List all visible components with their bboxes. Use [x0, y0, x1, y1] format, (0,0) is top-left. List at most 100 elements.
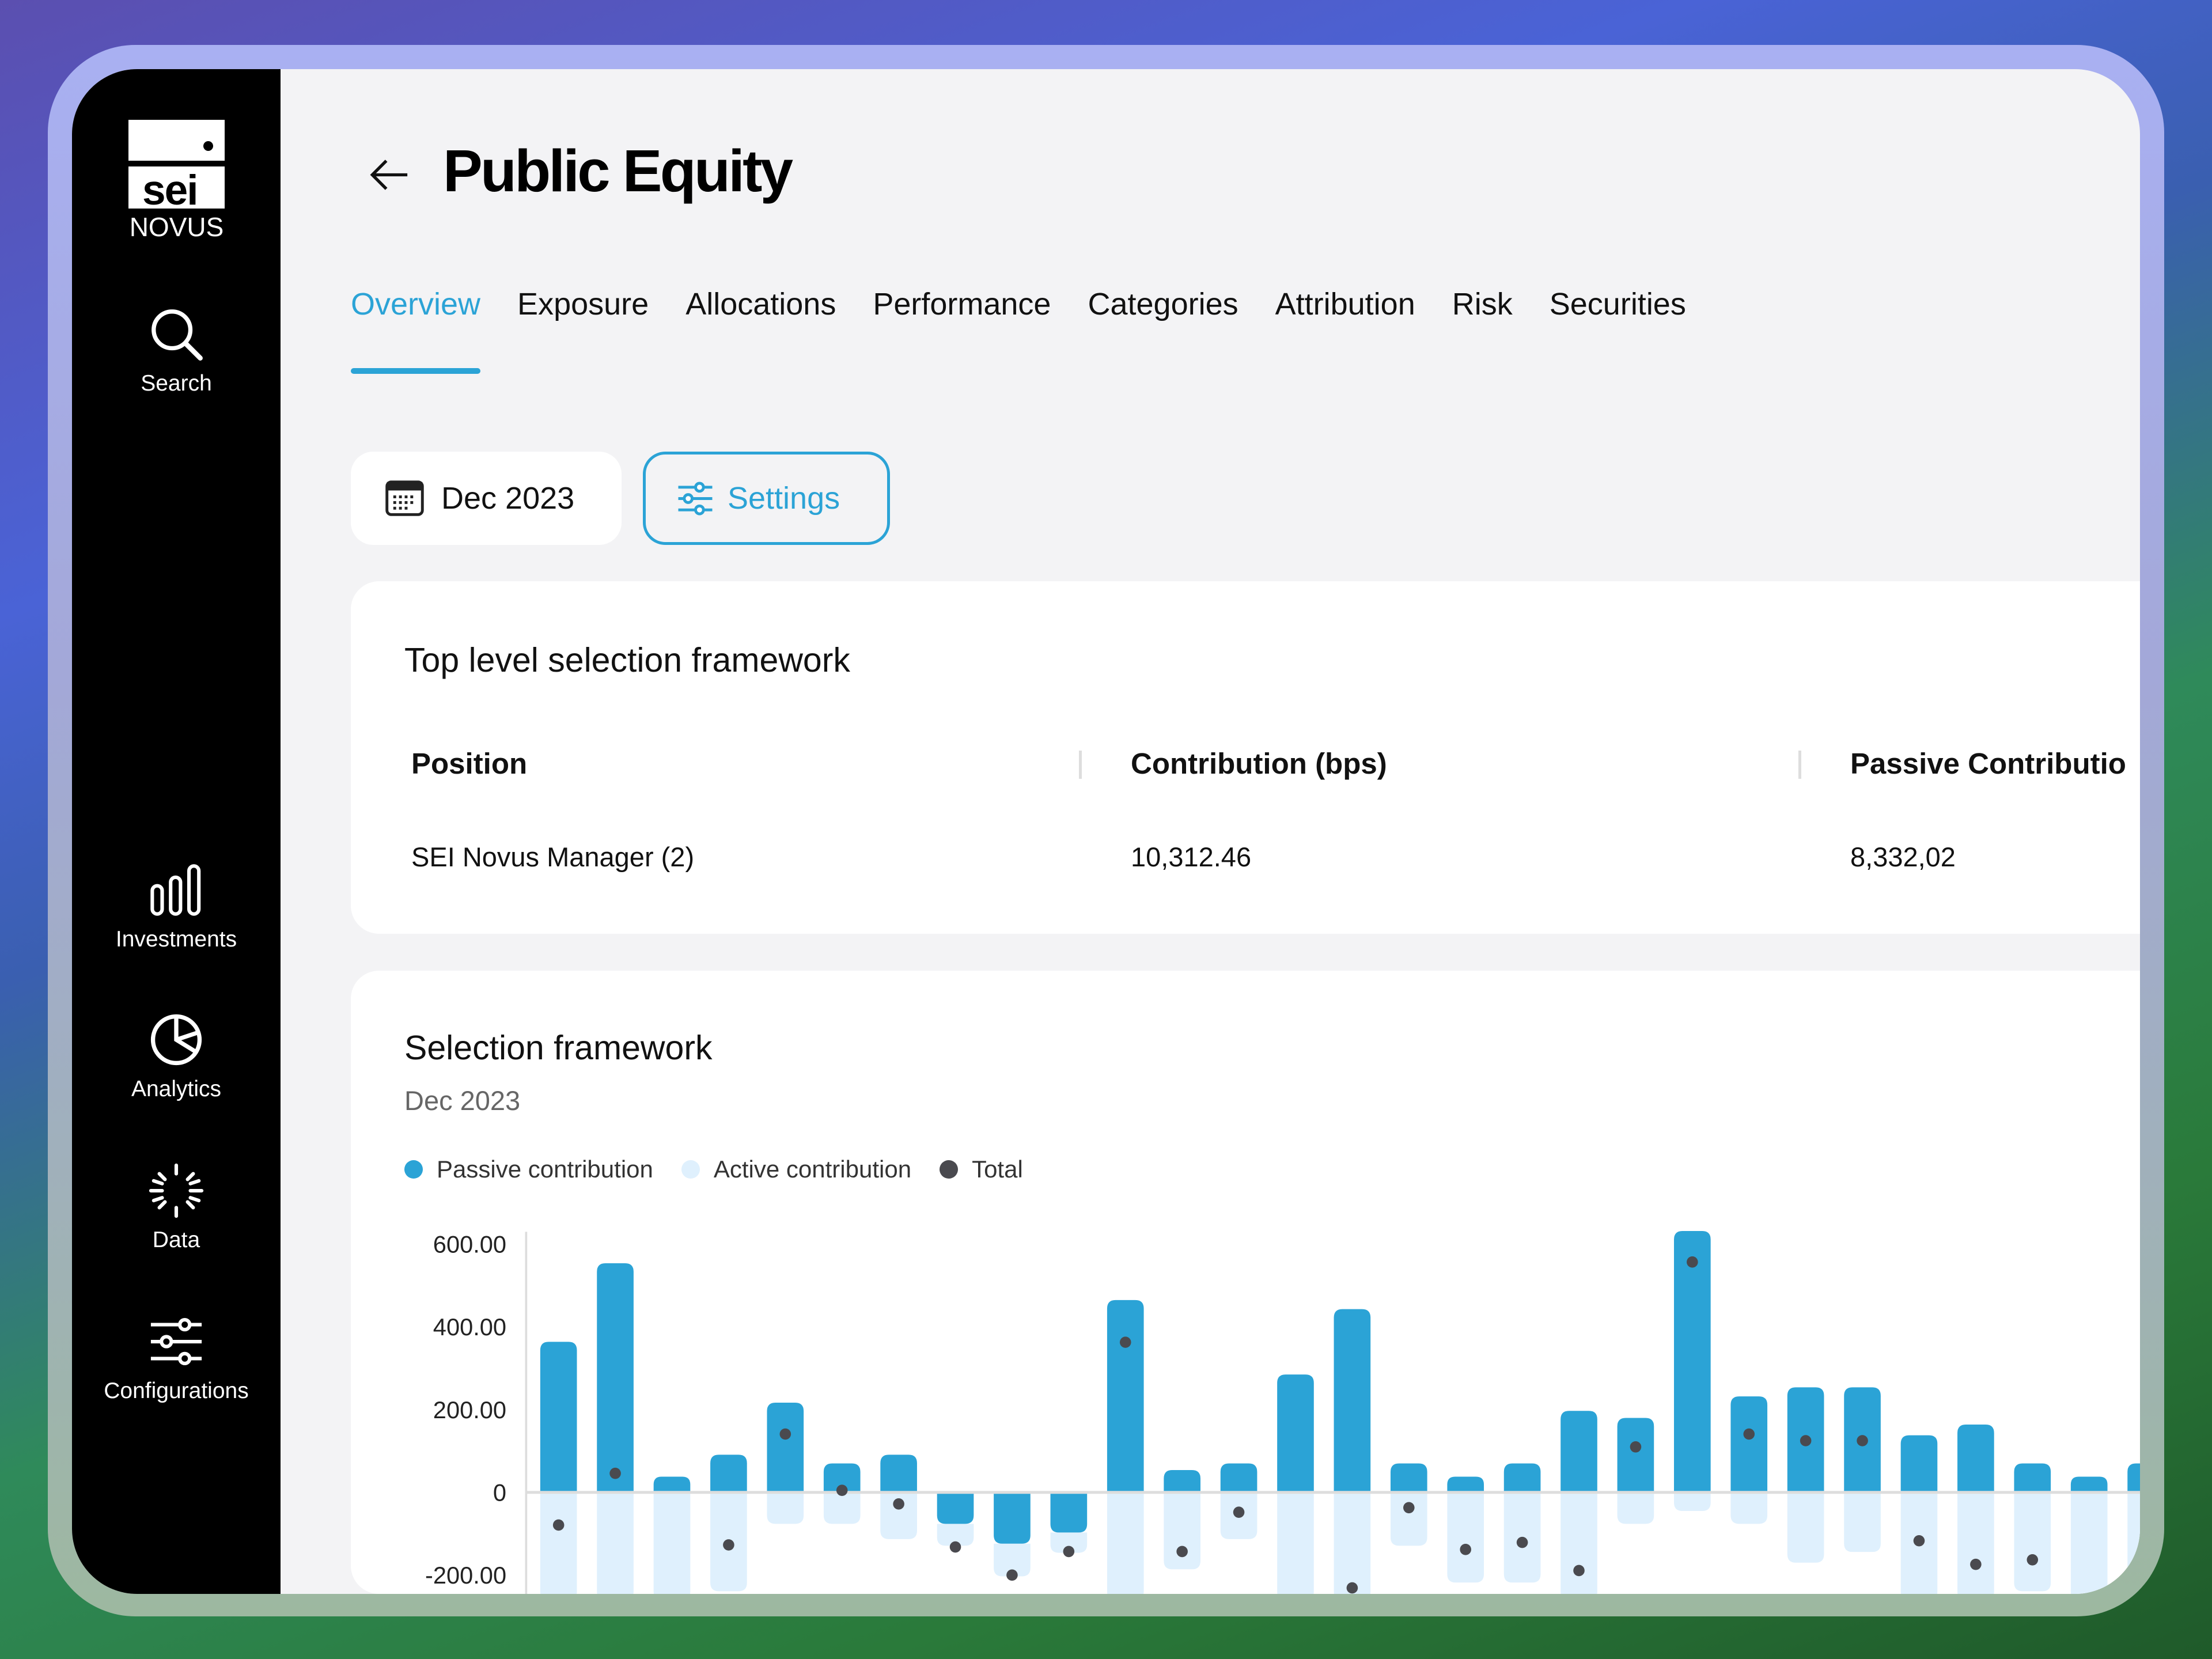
passive-bar: [1277, 1374, 1314, 1493]
column-header-contribution[interactable]: Contribution (bps): [1131, 747, 1387, 781]
tab-risk[interactable]: Risk: [1452, 286, 1513, 374]
active-bar: [1107, 1492, 1144, 1594]
loader-icon: [149, 1163, 204, 1218]
total-dot: [1460, 1544, 1471, 1555]
active-bar: [1334, 1492, 1371, 1594]
selection-chart: 600.00 400.00 200.00 0 -200.00: [425, 1230, 2140, 1594]
column-header-position[interactable]: Position: [411, 747, 527, 781]
passive-bar: [1560, 1411, 1597, 1493]
total-dot: [1233, 1506, 1245, 1518]
total-dot: [1687, 1256, 1698, 1268]
tab-allocations[interactable]: Allocations: [685, 286, 836, 374]
y-tick-label: 200.00: [433, 1396, 506, 1423]
active-bar: [1447, 1492, 1484, 1583]
tab-categories[interactable]: Categories: [1088, 286, 1238, 374]
passive-bar: [1674, 1230, 1711, 1493]
passive-bar: [1503, 1463, 1541, 1493]
tab-securities[interactable]: Securities: [1550, 286, 1686, 374]
total-dot: [1800, 1435, 1812, 1446]
column-divider[interactable]: [1798, 751, 1801, 779]
page-title: Public Equity: [443, 138, 793, 204]
passive-bar: [1730, 1396, 1768, 1493]
active-bar: [2014, 1492, 2051, 1592]
passive-bar: [1447, 1476, 1484, 1493]
passive-bar: [540, 1342, 577, 1493]
active-bar: [540, 1492, 577, 1594]
date-picker-button[interactable]: Dec 2023: [351, 452, 622, 545]
total-dot: [1573, 1565, 1585, 1577]
sidebar-item-configurations[interactable]: Configurations: [72, 1313, 281, 1404]
total-dot: [1857, 1435, 1868, 1446]
passive-bar: [1390, 1463, 1427, 1493]
tab-overview[interactable]: Overview: [351, 286, 481, 374]
passive-bar: [1334, 1309, 1371, 1493]
settings-label: Settings: [728, 481, 840, 516]
active-bar: [1844, 1492, 1881, 1552]
active-bar: [1390, 1492, 1427, 1546]
active-bar: [1957, 1492, 1994, 1594]
sidebar-item-data[interactable]: Data: [72, 1162, 281, 1253]
main-content: Public Equity Overview Exposure Allocati…: [281, 69, 2140, 1594]
total-dot: [2027, 1554, 2039, 1566]
total-dot: [1516, 1536, 1528, 1548]
passive-bar: [1957, 1424, 1994, 1493]
passive-bar: [2127, 1463, 2140, 1493]
date-label: Dec 2023: [441, 481, 575, 516]
sliders-icon: [678, 481, 713, 516]
active-bar: [2070, 1492, 2108, 1594]
total-dot: [1346, 1582, 1358, 1594]
bar-chart-icon: [150, 864, 201, 916]
table-cell-contribution: 10,312.46: [1131, 842, 1252, 872]
settings-button[interactable]: Settings: [643, 452, 890, 545]
active-bar: [823, 1492, 861, 1524]
sei-novus-logo[interactable]: sei NOVUS: [128, 120, 225, 243]
table-cell-position: SEI Novus Manager (2): [411, 842, 695, 872]
total-dot: [552, 1519, 565, 1531]
active-bar: [1730, 1492, 1768, 1524]
active-bar: [1787, 1492, 1824, 1563]
sidebar-item-analytics[interactable]: Analytics: [72, 1012, 281, 1102]
calendar-icon: [385, 480, 424, 516]
selection-card: Selection framework Dec 2023 Passive con…: [351, 971, 2140, 1594]
sidebar-item-investments[interactable]: Investments: [72, 862, 281, 952]
passive-bar: [710, 1455, 747, 1493]
y-tick-label: -200.00: [425, 1562, 506, 1589]
total-dot: [1006, 1569, 1018, 1581]
active-bar: [767, 1492, 804, 1524]
total-dot: [1630, 1441, 1642, 1453]
sidebar-item-label: Configurations: [104, 1378, 249, 1403]
tab-attribution[interactable]: Attribution: [1275, 286, 1415, 374]
passive-bar: [597, 1263, 634, 1493]
passive-bar: [937, 1492, 974, 1524]
sidebar: sei NOVUS Search Investments Analytics D…: [72, 69, 281, 1594]
tab-performance[interactable]: Performance: [873, 286, 1051, 374]
total-dot: [836, 1484, 848, 1496]
column-divider[interactable]: [1079, 751, 1082, 779]
passive-bar: [880, 1455, 917, 1493]
active-bar: [1164, 1492, 1200, 1570]
passive-bar: [994, 1492, 1031, 1544]
sidebar-item-label: Analytics: [131, 1077, 222, 1101]
total-dot: [1063, 1546, 1075, 1558]
active-bar: [1617, 1492, 1654, 1524]
sliders-icon: [150, 1317, 202, 1366]
sidebar-item-label: Search: [141, 371, 212, 396]
passive-bar: [1050, 1492, 1088, 1533]
arrow-left-icon[interactable]: [368, 154, 410, 196]
y-tick-label: 400.00: [433, 1313, 506, 1340]
table-cell-passive: 8,332,02: [1850, 842, 1956, 872]
active-bar: [2127, 1492, 2140, 1594]
passive-bar: [1617, 1418, 1654, 1493]
column-header-passive-contribution[interactable]: Passive Contributio: [1850, 747, 2126, 781]
total-dot: [893, 1498, 904, 1510]
tab-exposure[interactable]: Exposure: [517, 286, 649, 374]
active-bar: [597, 1492, 634, 1594]
passive-bar: [1164, 1469, 1200, 1493]
total-dot: [949, 1541, 961, 1553]
active-bar: [1560, 1492, 1597, 1594]
passive-bar: [1107, 1300, 1144, 1493]
total-dot: [1119, 1336, 1131, 1348]
sidebar-item-search[interactable]: Search: [72, 306, 281, 396]
logo-mark: sei: [142, 167, 198, 209]
tab-bar: Overview Exposure Allocations Performanc…: [351, 286, 1723, 374]
